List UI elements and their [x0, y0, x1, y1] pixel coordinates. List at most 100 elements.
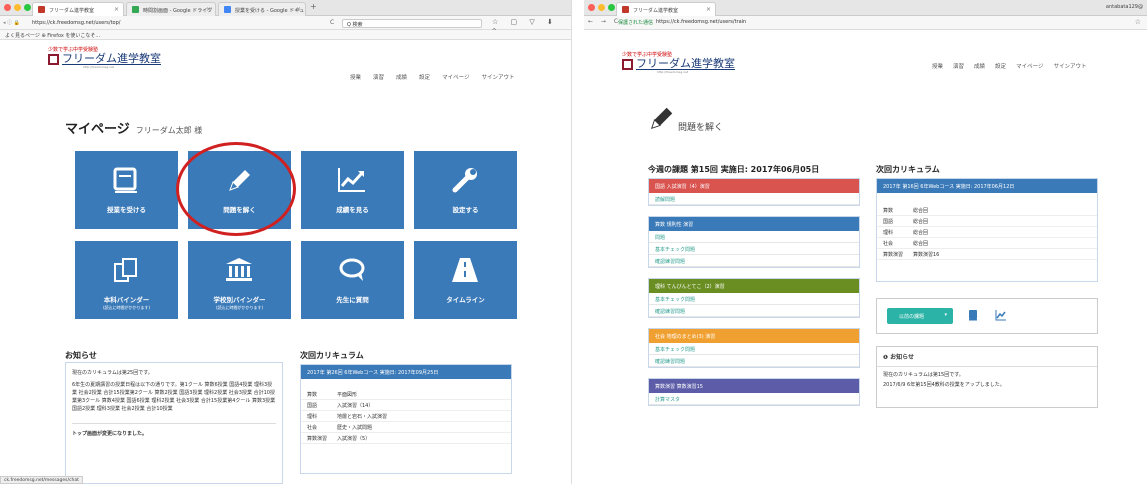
- user-name: フリーダム太郎 様: [135, 126, 203, 135]
- action-panel: 以前の課題 ▾: [876, 298, 1098, 334]
- bookmark-star-icon[interactable]: ☆: [1135, 18, 1141, 26]
- problem-link[interactable]: 読解問題: [649, 193, 859, 205]
- tab-google-docs[interactable]: 授業を受ける - Google ドキュ ×: [218, 2, 306, 16]
- tab-label: フリーダム進学教室: [633, 8, 679, 14]
- new-tab-icon[interactable]: +: [310, 2, 317, 11]
- main-nav: 授業 演習 成績 設定 マイページ サインアウト: [932, 62, 1086, 70]
- news-title: お知らせ: [890, 354, 915, 361]
- close-tab-icon[interactable]: ×: [114, 6, 119, 13]
- window-controls: [588, 4, 615, 11]
- curriculum-row: 算数演習 算数演習16: [877, 249, 1097, 260]
- curriculum-box: 2017年 第26回 6年Webコース 実施日: 2017年09月25日 算数 平…: [300, 364, 512, 474]
- curriculum-row: 国語 総合回: [877, 216, 1097, 227]
- nav-grades[interactable]: 成績: [974, 62, 985, 70]
- nav-mypage[interactable]: マイページ: [1016, 62, 1043, 70]
- tab-bar: フリーダム進学教室 × antabata129@: [584, 0, 1147, 16]
- tile-sublabel: (読込に時間がかかります): [215, 305, 264, 310]
- assignment-group: 国語 入試演習（4）演習 読解問題: [648, 178, 860, 206]
- nav-settings[interactable]: 設定: [419, 73, 430, 81]
- minimize-window-button[interactable]: [14, 4, 21, 11]
- site-logo[interactable]: 少数で学ぶ中学受験塾 フリーダム進学教室 http://freedomsg.ne…: [622, 52, 735, 74]
- tile-school-binder[interactable]: 学校別バインダー (読込に時間がかかります): [188, 241, 291, 319]
- nav-arrows-icon[interactable]: ← → C: [588, 18, 621, 25]
- curriculum-title: 次回カリキュラム: [300, 351, 364, 360]
- nav-mypage[interactable]: マイページ: [442, 73, 469, 81]
- nav-grades[interactable]: 成績: [396, 73, 407, 81]
- curriculum-row: 国語 入試演習（14）: [301, 400, 511, 411]
- curriculum-box: 2017年 第16回 6年Webコース 実施日: 2017年06月12日 算数総…: [876, 178, 1098, 282]
- curriculum-header: 2017年 第26回 6年Webコース 実施日: 2017年09月25日: [301, 365, 511, 379]
- assignment-groups: 国語 入試演習（4）演習 読解問題 算数 規則性 演習 問題 基本チェック問題 …: [648, 178, 860, 406]
- topic: 入試演習（5）: [337, 436, 371, 442]
- nav-signout[interactable]: サインアウト: [1053, 62, 1086, 70]
- search-input[interactable]: Q 検索: [342, 19, 482, 28]
- tab-google-drive[interactable]: 時間割画面 - Google ドライブ ×: [126, 2, 216, 16]
- site-logo[interactable]: 少数で学ぶ中学受験塾 フリーダム進学教室 http://freedomsg.ne…: [48, 47, 161, 69]
- nav-signout[interactable]: サインアウト: [481, 73, 514, 81]
- tile-solve-problems[interactable]: 問題を解く: [188, 151, 291, 229]
- curriculum-row: 理科 総合回: [877, 227, 1097, 238]
- problem-link[interactable]: 確認練習問題: [649, 305, 859, 317]
- problem-link[interactable]: 基本チェック問題: [649, 343, 859, 355]
- drive-favicon-icon: [132, 6, 139, 13]
- tile-label: タイムライン: [446, 296, 485, 304]
- close-window-button[interactable]: [588, 4, 595, 11]
- tab-freedom[interactable]: フリーダム進学教室 ×: [616, 2, 716, 16]
- close-tab-icon[interactable]: ×: [296, 6, 301, 13]
- profile-name[interactable]: antabata129@: [1106, 4, 1143, 10]
- assignment-group: 算数 規則性 演習 問題 基本チェック問題 確認練習問題: [648, 216, 860, 268]
- address-input[interactable]: https://ck.freedomsg.net/users/top/: [28, 19, 328, 28]
- problem-link[interactable]: 基本チェック問題: [649, 293, 859, 305]
- info-icon[interactable]: ◂ ⓘ 🔒: [3, 19, 20, 26]
- group-header: 算数 規則性 演習: [649, 217, 859, 231]
- subject: 算数: [883, 208, 894, 214]
- tile-take-lesson[interactable]: 授業を受ける: [75, 151, 178, 229]
- nav-settings[interactable]: 設定: [995, 62, 1006, 70]
- problem-link[interactable]: 計算マスタ: [649, 393, 859, 405]
- chat-icon: [339, 258, 365, 281]
- minimize-window-button[interactable]: [598, 4, 605, 11]
- close-tab-icon[interactable]: ×: [206, 6, 211, 13]
- topic: 総合回: [913, 208, 929, 214]
- reload-icon[interactable]: C: [330, 19, 334, 26]
- chart-icon[interactable]: [995, 309, 1007, 321]
- tile-view-grades[interactable]: 成績を見る: [301, 151, 404, 229]
- close-window-button[interactable]: [4, 4, 11, 11]
- logo-url: http://freedomsg.net: [83, 65, 115, 69]
- nav-lessons[interactable]: 授業: [350, 73, 361, 81]
- problem-link[interactable]: 確認練習問題: [649, 355, 859, 367]
- nav-exercises[interactable]: 演習: [373, 73, 384, 81]
- copy-icon: [114, 258, 137, 282]
- tile-sublabel: (読込に時間がかかります): [102, 305, 151, 310]
- close-tab-icon[interactable]: ×: [706, 6, 711, 13]
- problem-link[interactable]: 確認練習問題: [649, 255, 859, 267]
- assignment-group: 理科 てんびんとてこ（2）演習 基本チェック問題 確認練習問題: [648, 278, 860, 318]
- road-icon: [452, 258, 478, 282]
- topic: 歴史・入試問題: [337, 425, 373, 431]
- past-assignments-button[interactable]: 以前の課題 ▾: [887, 308, 953, 324]
- address-input[interactable]: https://ck.freedomsg.net/users/train: [656, 19, 746, 25]
- nav-lessons[interactable]: 授業: [932, 62, 943, 70]
- pencil-icon: [229, 170, 250, 191]
- bookmarks-bar[interactable]: よく見るページ ⊕ Firefox を使いこなそ...: [0, 30, 571, 40]
- news-line: 現在のカリキュラムは第25回です。: [72, 370, 153, 376]
- tile-timeline[interactable]: タイムライン: [414, 241, 517, 319]
- problem-link[interactable]: 問題: [649, 231, 859, 243]
- subject: 社会: [883, 241, 894, 247]
- subject: 社会: [307, 425, 318, 431]
- tile-main-binder[interactable]: 本科バインダー (読込に時間がかかります): [75, 241, 178, 319]
- subject: 国語: [307, 403, 318, 409]
- problem-link[interactable]: 基本チェック問題: [649, 243, 859, 255]
- tile-label: 問題を解く: [223, 206, 256, 214]
- tile-settings[interactable]: 設定する: [414, 151, 517, 229]
- book-icon[interactable]: [967, 309, 979, 321]
- tab-freedom[interactable]: フリーダム進学教室 ×: [32, 2, 124, 16]
- nav-exercises[interactable]: 演習: [953, 62, 964, 70]
- caret-down-icon: ▾: [944, 312, 947, 318]
- left-browser-window: フリーダム進学教室 × 時間割画面 - Google ドライブ × 授業を受ける…: [0, 0, 572, 484]
- secure-badge[interactable]: 保護された通信: [618, 19, 653, 26]
- tile-ask-teacher[interactable]: 先生に質問: [301, 241, 404, 319]
- maximize-window-button[interactable]: [24, 4, 31, 11]
- group-header: 理科 てんびんとてこ（2）演習: [649, 279, 859, 293]
- maximize-window-button[interactable]: [608, 4, 615, 11]
